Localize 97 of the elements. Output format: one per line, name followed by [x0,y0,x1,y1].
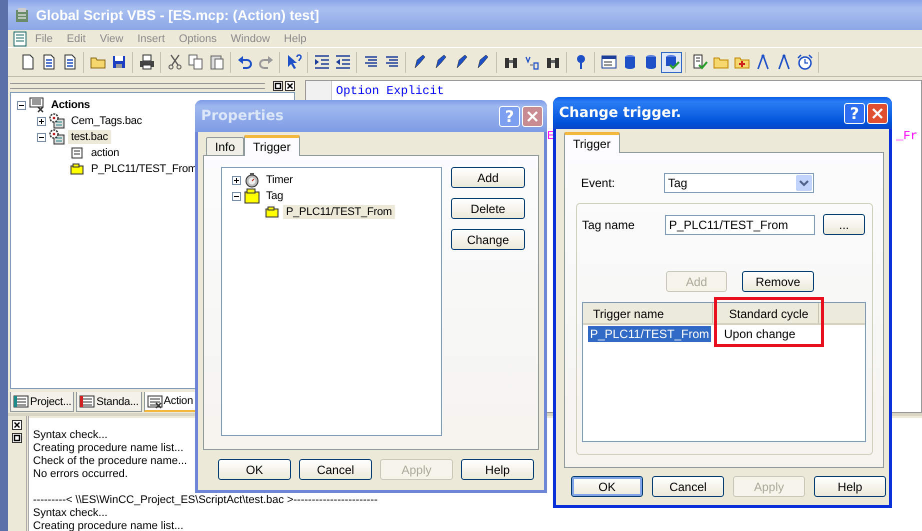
redo-icon [258,54,274,70]
button[interactable]: Change [451,229,525,250]
button[interactable]: OK [571,476,643,497]
button[interactable]: Help [461,459,534,480]
dialog-title: Change trigger. [559,105,682,121]
close-icon [872,108,883,118]
compass-icon [776,54,792,70]
code-fragment: _Fr [896,129,918,143]
tree-item[interactable]: action [88,146,122,160]
pen-icon [432,54,448,70]
button[interactable]: OK [218,459,291,480]
copy-icon [188,54,204,70]
expand-toggle[interactable] [232,176,241,184]
pen-icon [454,54,470,70]
output-line: No errors occurred. [33,468,128,481]
close-button[interactable] [285,80,295,90]
expand-toggle[interactable] [37,116,46,126]
output-line: Check of the procedure name... [33,455,188,468]
chevron-down-icon [796,175,812,191]
script-icon [69,145,85,161]
restore-button[interactable] [12,433,22,443]
dropdown[interactable]: Tag [664,173,814,193]
stopwatch-icon [244,172,260,188]
column-header[interactable]: Standard cycle [719,303,819,323]
button[interactable]: Cancel [299,459,372,480]
text-lines-icon [384,54,400,70]
close-button[interactable] [12,420,22,430]
clipboard-icon [208,54,224,70]
tree-item[interactable]: P_PLC11/TEST_From [283,205,395,219]
toolbar-button[interactable] [661,52,682,72]
document-icon [62,54,78,70]
list-icon [79,394,96,409]
panel-tab[interactable]: Standa... [76,392,142,412]
compass-icon [754,54,770,70]
printer-icon [138,54,154,70]
database-check-icon [664,54,680,70]
scissors-icon [166,54,182,70]
window-title: Global Script VBS - [ES.mcp: (Action) test] [36,7,320,23]
indent-icon [314,54,330,70]
button[interactable]: Remove [742,271,814,292]
output-line: Creating procedure name list... [33,442,184,455]
window-icon [600,54,616,70]
button[interactable]: Cancel [652,476,724,497]
tree-item[interactable]: Timer [263,173,296,187]
undo-icon [236,54,252,70]
tab[interactable]: Trigger [244,135,300,156]
tree-item[interactable]: Actions [48,98,93,112]
text-lines-icon [362,54,378,70]
output-line: Syntax check... [33,507,108,520]
gear-document-icon [49,129,65,145]
document-icon[interactable] [12,30,28,46]
tab[interactable]: Info [206,137,244,155]
field-label: Event: [581,176,616,190]
tag-icon [69,161,85,177]
restore-button[interactable] [273,80,283,90]
table-cell[interactable]: P_PLC11/TEST_From [588,326,712,342]
new-document-icon [20,54,36,70]
document-icon [40,54,56,70]
tab[interactable]: Trigger [564,132,620,153]
button[interactable]: Help [814,476,886,497]
table-cell[interactable]: Upon change [724,326,796,340]
code-line: Option Explicit [336,84,444,98]
button[interactable]: Delete [451,198,525,219]
collapse-toggle[interactable] [232,192,241,200]
pointer-icon [286,54,302,70]
outdent-icon [334,54,350,70]
panel-tab[interactable]: Project... [10,392,74,412]
pen-icon [412,54,428,70]
replace-icon [524,54,540,70]
close-icon [527,110,538,122]
output-line: Creating procedure name list... [33,520,184,531]
output-line: ---------< \\ES\WinCC_Project_ES\ScriptAct\test.bac >----------------------- [33,494,378,507]
alarm-clock-icon [796,54,812,70]
dialog-title: Properties [201,108,285,124]
code-fragment: E [547,129,554,143]
list-icon [13,394,29,409]
field-label: Tag name [582,218,636,232]
tree-item[interactable]: Tag [263,189,286,203]
gear-document-icon [49,113,65,129]
column-header[interactable]: Trigger name [583,303,713,323]
list-icon [146,394,163,408]
button[interactable]: Add [451,167,525,188]
input-field[interactable]: P_PLC11/TEST_From [665,214,815,234]
browse-button[interactable]: ... [823,214,865,235]
app-icon [14,7,30,23]
help-button[interactable]: ? [844,102,865,124]
collapse-toggle[interactable] [17,100,26,110]
document-check-icon [692,54,708,70]
tree-item[interactable]: Cem_Tags.bac [68,114,145,128]
panel-tab[interactable]: Action [144,392,196,412]
output-line: Syntax check... [33,429,108,442]
tag-icon [264,204,280,220]
folder-icon [244,188,260,204]
list-icon [29,97,45,113]
pen-icon [474,54,490,70]
collapse-toggle[interactable] [37,132,46,142]
tree-item[interactable]: test.bac [68,130,111,144]
